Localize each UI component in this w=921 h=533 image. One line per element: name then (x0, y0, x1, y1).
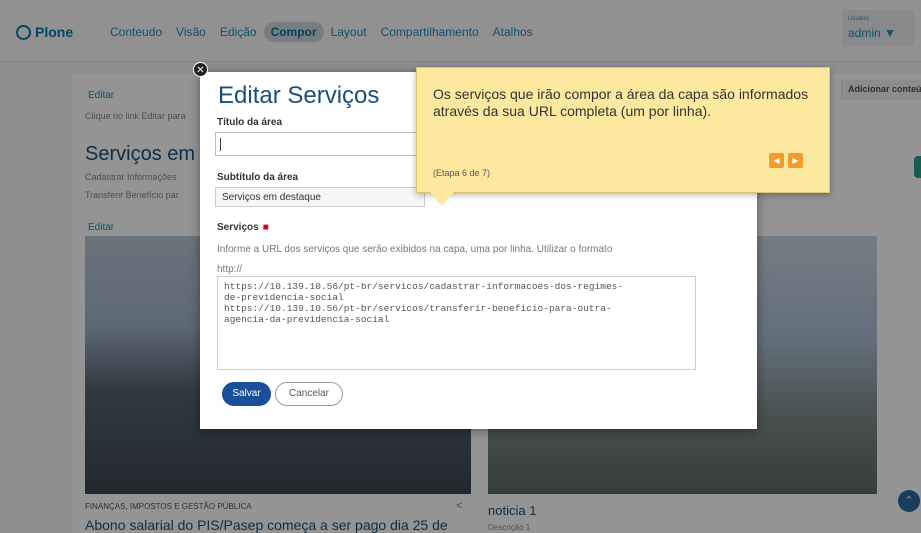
save-button[interactable]: Salvar (222, 382, 271, 406)
subtitulo-label: Subtítulo da área (217, 172, 299, 183)
cancel-button[interactable]: Cancelar (275, 382, 343, 406)
servicos-help-line-1: Informe a URL dos serviços que serão exi… (217, 244, 613, 255)
servicos-label-row: Serviços ■ (217, 222, 269, 233)
tour-prev-icon[interactable]: ◀ (769, 153, 784, 168)
text-caret (220, 138, 221, 151)
titulo-input[interactable] (215, 132, 425, 156)
tooltip-step: (Etapa 6 de 7) (433, 168, 491, 178)
tooltip-text: Os serviços que irão compor a área da ca… (433, 86, 809, 119)
close-icon[interactable]: ✕ (193, 62, 208, 77)
modal-title: Editar Serviços (218, 82, 380, 109)
tooltip-arrow (430, 192, 454, 206)
servicos-textarea[interactable]: https://10.139.10.56/pt-br/servicos/cada… (217, 276, 696, 370)
titulo-label: Título da área (217, 117, 283, 128)
servicos-label: Serviços (217, 222, 259, 233)
required-icon: ■ (262, 222, 269, 233)
subtitulo-input[interactable]: Serviços em destaque (215, 187, 425, 207)
servicos-help: Informe a URL dos serviços que serão exi… (217, 240, 687, 280)
tour-next-icon[interactable]: ▶ (788, 153, 803, 168)
